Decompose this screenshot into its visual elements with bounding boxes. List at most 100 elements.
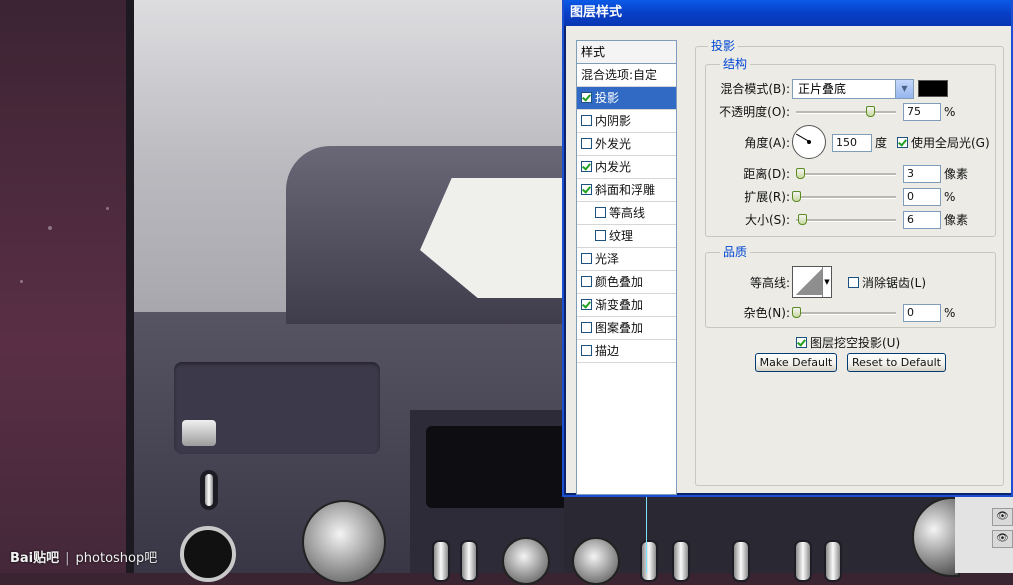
style-item[interactable]: 渐变叠加 (577, 294, 676, 317)
style-item-label: 内发光 (595, 160, 632, 174)
size-input[interactable]: 6 (903, 211, 941, 229)
style-item-label: 光泽 (595, 252, 620, 266)
style-item[interactable]: 颜色叠加 (577, 271, 676, 294)
size-slider-track[interactable] (796, 219, 896, 222)
anti-alias-label[interactable]: 消除锯齿(L) (862, 274, 926, 292)
blend-mode-select[interactable]: 正片叠底 ▼ (792, 79, 914, 99)
style-item-checkbox[interactable] (581, 138, 592, 149)
opacity-label: 不透明度(O): (719, 105, 790, 119)
style-item[interactable]: 等高线 (577, 202, 676, 225)
styles-list: 样式 混合选项:自定 投影内阴影外发光内发光斜面和浮雕等高线纹理光泽颜色叠加渐变… (576, 40, 677, 495)
noise-label: 杂色(N): (743, 306, 790, 320)
style-item[interactable]: 图案叠加 (577, 317, 676, 340)
style-item[interactable]: 内发光 (577, 156, 676, 179)
distance-slider-thumb[interactable] (796, 168, 805, 179)
distance-label: 距离(D): (743, 167, 790, 181)
size-unit: 像素 (944, 213, 969, 227)
eye-icon[interactable]: 👁 (992, 508, 1013, 526)
angle-input[interactable]: 150 (832, 134, 872, 152)
anti-alias-checkbox[interactable] (848, 277, 859, 288)
contour-label: 等高线: (749, 276, 790, 290)
opacity-input[interactable]: 75 (903, 103, 941, 121)
watermark-name: photoshop吧 (75, 551, 158, 566)
device-pill-switch (640, 540, 658, 582)
shadow-color-swatch[interactable] (918, 80, 948, 97)
angle-unit: 度 (875, 136, 888, 150)
styles-header[interactable]: 样式 (577, 41, 676, 64)
style-item-label: 投影 (595, 91, 620, 105)
watermark-brand: Bai贴吧 (10, 551, 60, 566)
star-dot (20, 280, 23, 283)
style-item-label: 等高线 (609, 206, 646, 220)
spread-input[interactable]: 0 (903, 188, 941, 206)
size-slider-thumb[interactable] (798, 214, 807, 225)
style-item-checkbox[interactable] (581, 299, 592, 310)
drop-shadow-title: 投影 (708, 39, 739, 53)
spread-slider-track[interactable] (796, 196, 896, 199)
contour-picker[interactable]: ▼ (792, 266, 832, 298)
quality-title: 品质 (720, 245, 751, 259)
style-item-checkbox[interactable] (595, 230, 606, 241)
global-light-label[interactable]: 使用全局光(G) (911, 134, 990, 152)
make-default-button[interactable]: Make Default (755, 353, 837, 372)
style-item-checkbox[interactable] (581, 115, 592, 126)
star-dot (106, 207, 109, 210)
noise-input[interactable]: 0 (903, 304, 941, 322)
knockout-checkbox[interactable] (796, 337, 807, 348)
device-toggle (200, 470, 218, 510)
device-pill-switch (432, 540, 450, 582)
eye-icon[interactable]: 👁 (992, 530, 1013, 548)
star-dot (48, 226, 52, 230)
device-pill-switch (460, 540, 478, 582)
angle-dial[interactable] (792, 125, 826, 159)
style-item-checkbox[interactable] (581, 92, 592, 103)
style-item-label: 渐变叠加 (595, 298, 644, 312)
style-item-checkbox[interactable] (581, 345, 592, 356)
style-item-label: 内阴影 (595, 114, 632, 128)
style-item-checkbox[interactable] (581, 161, 592, 172)
contour-preview-icon (795, 269, 823, 295)
style-item[interactable]: 斜面和浮雕 (577, 179, 676, 202)
distance-input[interactable]: 3 (903, 165, 941, 183)
style-item-checkbox[interactable] (581, 253, 592, 264)
style-item[interactable]: 投影 (577, 87, 676, 110)
device-button (182, 420, 216, 446)
style-item-checkbox[interactable] (581, 322, 592, 333)
canvas-left-area (0, 0, 126, 573)
style-item[interactable]: 外发光 (577, 133, 676, 156)
style-item-label: 外发光 (595, 137, 632, 151)
noise-slider-thumb[interactable] (792, 307, 801, 318)
chevron-down-icon: ▼ (822, 267, 831, 297)
device-knob (302, 500, 386, 584)
opacity-unit: % (944, 105, 956, 119)
chevron-down-icon: ▼ (895, 80, 913, 98)
opacity-slider-thumb[interactable] (866, 106, 875, 117)
style-item[interactable]: 描边 (577, 340, 676, 363)
device-jack (180, 526, 236, 582)
style-item-checkbox[interactable] (595, 207, 606, 218)
reset-default-button[interactable]: Reset to Default (847, 353, 946, 372)
style-item[interactable]: 光泽 (577, 248, 676, 271)
spread-unit: % (944, 190, 956, 204)
knockout-label[interactable]: 图层挖空投影(U) (810, 334, 900, 352)
style-item[interactable]: 纹理 (577, 225, 676, 248)
blend-options-item[interactable]: 混合选项:自定 (577, 64, 676, 87)
style-item-checkbox[interactable] (581, 184, 592, 195)
distance-slider-track[interactable] (796, 173, 896, 176)
canvas-frame (126, 0, 134, 573)
device-pill-switch (672, 540, 690, 582)
style-item-label: 斜面和浮雕 (595, 183, 656, 197)
spread-slider-thumb[interactable] (792, 191, 801, 202)
style-item-label: 描边 (595, 344, 620, 358)
blend-mode-label: 混合模式(B): (720, 82, 790, 96)
dialog-title[interactable]: 图层样式 (564, 0, 1011, 26)
device-small-knob (572, 537, 620, 585)
global-light-checkbox[interactable] (897, 137, 908, 148)
noise-slider-track[interactable] (796, 312, 896, 315)
device-pill-switch (824, 540, 842, 582)
layer-style-dialog: 图层样式 样式 混合选项:自定 投影内阴影外发光内发光斜面和浮雕等高线纹理光泽颜… (562, 0, 1013, 497)
opacity-slider-track[interactable] (796, 111, 896, 114)
style-item[interactable]: 内阴影 (577, 110, 676, 133)
style-item-checkbox[interactable] (581, 276, 592, 287)
device-pill-switch (794, 540, 812, 582)
